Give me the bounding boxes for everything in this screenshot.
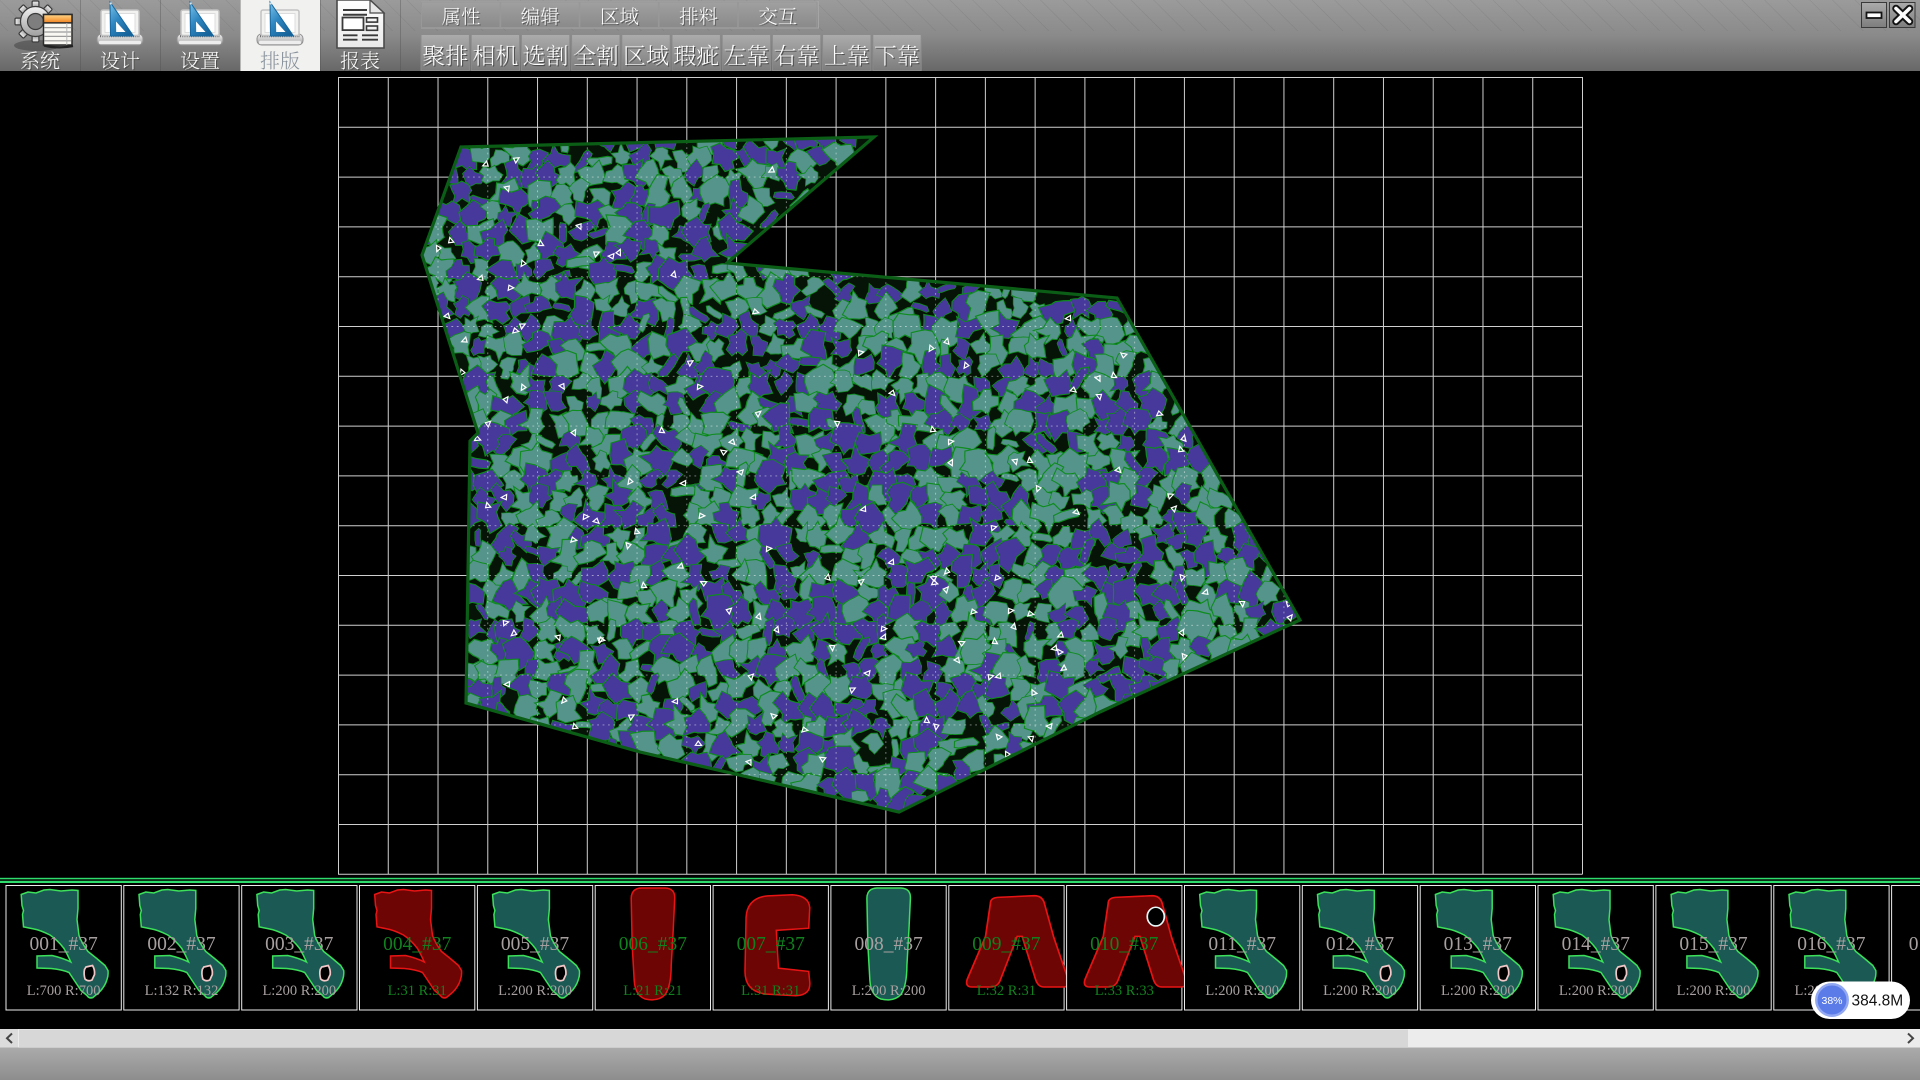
svg-text:L:200 R:200: L:200 R:200 [852,983,926,999]
svg-text:L:200 R:200: L:200 R:200 [262,983,336,999]
svg-text:014_#37: 014_#37 [1562,934,1631,955]
svg-text:L:200 R:200: L:200 R:200 [498,983,572,999]
svg-text:010_#37: 010_#37 [1090,934,1159,955]
svg-text:L:32 R:31: L:32 R:31 [977,983,1036,999]
svg-text:38%: 38% [1821,995,1842,1007]
svg-text:L:200 R:200: L:200 R:200 [1441,983,1515,999]
svg-text:L:31 R:31: L:31 R:31 [741,983,800,999]
svg-text:L:200 R:200: L:200 R:200 [1323,983,1397,999]
svg-text:005_#37: 005_#37 [501,934,570,955]
svg-text:L:200 R:200: L:200 R:200 [1677,983,1751,999]
svg-text:007_#37: 007_#37 [737,934,806,955]
svg-text:L:200 R:200: L:200 R:200 [1205,983,1279,999]
svg-text:004_#37: 004_#37 [383,934,452,955]
svg-text:011_#37: 011_#37 [1208,934,1276,955]
svg-text:L:21 R:21: L:21 R:21 [623,983,682,999]
svg-text:002_#37: 002_#37 [147,934,216,955]
svg-text:009_#37: 009_#37 [972,934,1041,955]
svg-text:001_#37: 001_#37 [29,934,98,955]
svg-text:L:200 R:200: L:200 R:200 [1559,983,1633,999]
svg-text:013_#37: 013_#37 [1444,934,1513,955]
svg-text:L:700 R:700: L:700 R:700 [27,983,101,999]
svg-text:006_#37: 006_#37 [619,934,688,955]
svg-text:012_#37: 012_#37 [1326,934,1395,955]
svg-text:015_#37: 015_#37 [1679,934,1748,955]
svg-text:016_#37: 016_#37 [1797,934,1866,955]
svg-text:L:31 R:31: L:31 R:31 [388,983,447,999]
svg-text:L:33 R:33: L:33 R:33 [1095,983,1154,999]
svg-text:L:132 R:132: L:132 R:132 [145,983,219,999]
svg-text:003_#37: 003_#37 [265,934,334,955]
svg-text:0: 0 [1909,934,1919,955]
svg-text:008_#37: 008_#37 [854,934,923,955]
svg-text:384.8M: 384.8M [1852,993,1904,1010]
